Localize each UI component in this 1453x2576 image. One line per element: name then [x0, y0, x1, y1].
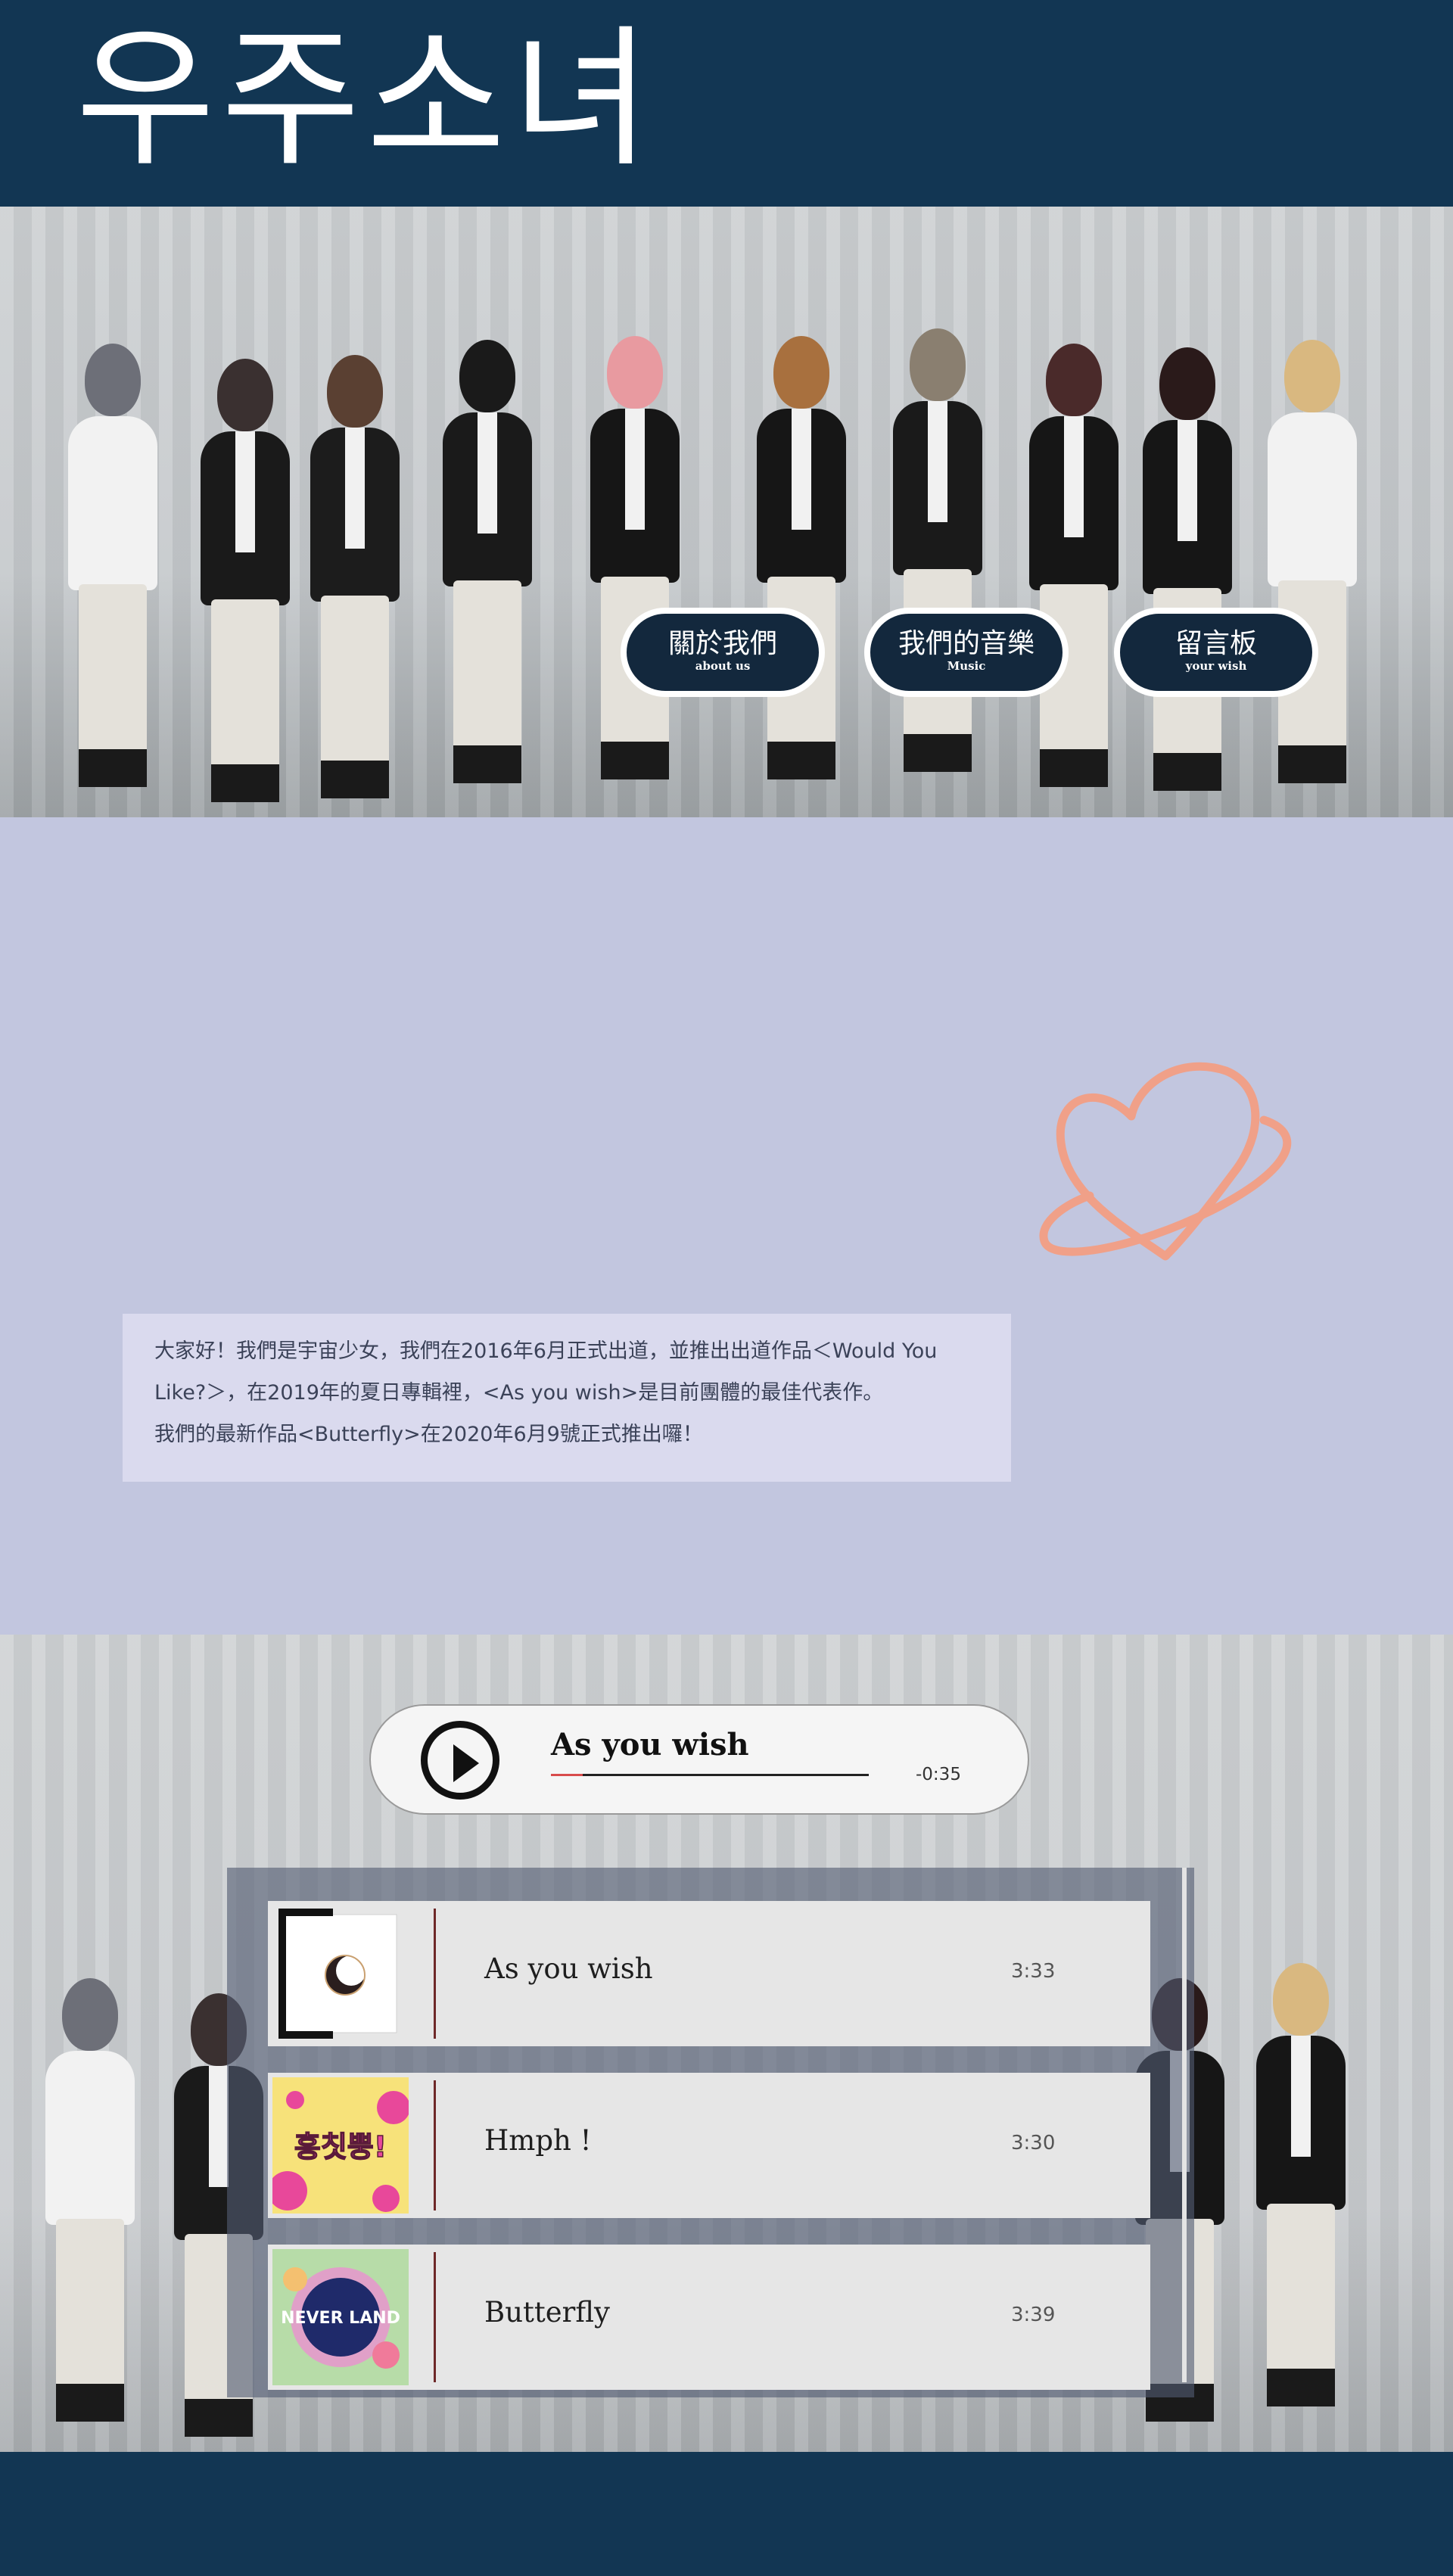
nav-about-label: 關於我們 [667, 628, 777, 659]
member-figure [1029, 344, 1119, 817]
butterfly-cover-text: NEVER LAND [281, 2309, 400, 2328]
about-text-line: Like?＞，在2019年的夏日專輯裡，<As you wish>是目前團體的最… [154, 1381, 884, 1405]
track-item[interactable]: NEVER LAND Butterfly 3:39 [268, 2245, 1150, 2390]
nav-about-button[interactable]: 關於我們 about us [621, 608, 825, 697]
nav-wish-sublabel: your wish [1185, 659, 1247, 673]
track-duration: 3:39 [1011, 2304, 1056, 2326]
track-divider [434, 2080, 436, 2210]
track-title: As you wish [484, 1952, 653, 1985]
album-cover-butterfly: NEVER LAND [272, 2249, 409, 2385]
nav-about-sublabel: about us [695, 659, 751, 673]
track-item[interactable]: 흥칫뿡! Hmph ! 3:30 [268, 2073, 1150, 2218]
member-figure [893, 328, 982, 817]
audio-player: As you wish -0:35 [369, 1704, 1029, 1815]
track-item[interactable]: As you wish 3:33 [268, 1901, 1150, 2046]
album-cover-as-you-wish [272, 1906, 409, 2042]
track-title: Butterfly [484, 2296, 610, 2329]
progress-bar[interactable] [551, 1774, 869, 1776]
track-duration: 3:30 [1011, 2132, 1056, 2154]
member-figure [45, 1978, 135, 2452]
play-button[interactable] [421, 1721, 499, 1800]
about-text-line: 大家好！我們是宇宙少女，我們在2016年6月正式出道，並推出出道作品＜Would… [154, 1339, 938, 1363]
nav-music-button[interactable]: 我們的音樂 Music [864, 608, 1069, 697]
nav-wish-label: 留言板 [1175, 628, 1257, 659]
member-figure [590, 336, 680, 817]
track-title: Hmph ! [484, 2124, 592, 2157]
about-intro-box: 大家好！我們是宇宙少女，我們在2016年6月正式出道，並推出出道作品＜Would… [123, 1314, 1011, 1482]
about-text-line: 我們的最新作品<Butterfly>在2020年6月9號正式推出囉！ [154, 1423, 703, 1446]
time-remaining: -0:35 [916, 1765, 961, 1784]
member-figure [201, 359, 290, 817]
member-figure [443, 340, 532, 817]
hero-banner: 關於我們 about us 我們的音樂 Music 留言板 your wish [0, 207, 1453, 817]
track-divider [434, 2252, 436, 2382]
member-figure [1256, 1963, 1346, 2452]
site-header: 우주소녀 [0, 0, 1453, 207]
site-footer [0, 2452, 1453, 2576]
nav-wish-button[interactable]: 留言板 your wish [1114, 608, 1318, 697]
member-figure [1268, 340, 1357, 817]
play-icon [453, 1744, 479, 1782]
track-list-scrollbar[interactable] [1182, 1868, 1187, 2382]
nav-music-label: 我們的音樂 [898, 628, 1035, 659]
album-cover-hmph: 흥칫뿡! [268, 2077, 410, 2214]
heart-orbit-icon [1039, 1062, 1292, 1261]
track-divider [434, 1909, 436, 2039]
progress-fill [551, 1774, 583, 1776]
member-figure [757, 336, 846, 817]
now-playing-title: As you wish [551, 1727, 749, 1762]
nav-music-sublabel: Music [947, 659, 986, 673]
track-duration: 3:33 [1011, 1960, 1056, 1983]
member-figure [68, 344, 157, 817]
hmph-cover-text: 흥칫뿡! [294, 2130, 387, 2164]
member-figure [310, 355, 400, 817]
site-logo[interactable]: 우주소녀 [76, 17, 657, 183]
